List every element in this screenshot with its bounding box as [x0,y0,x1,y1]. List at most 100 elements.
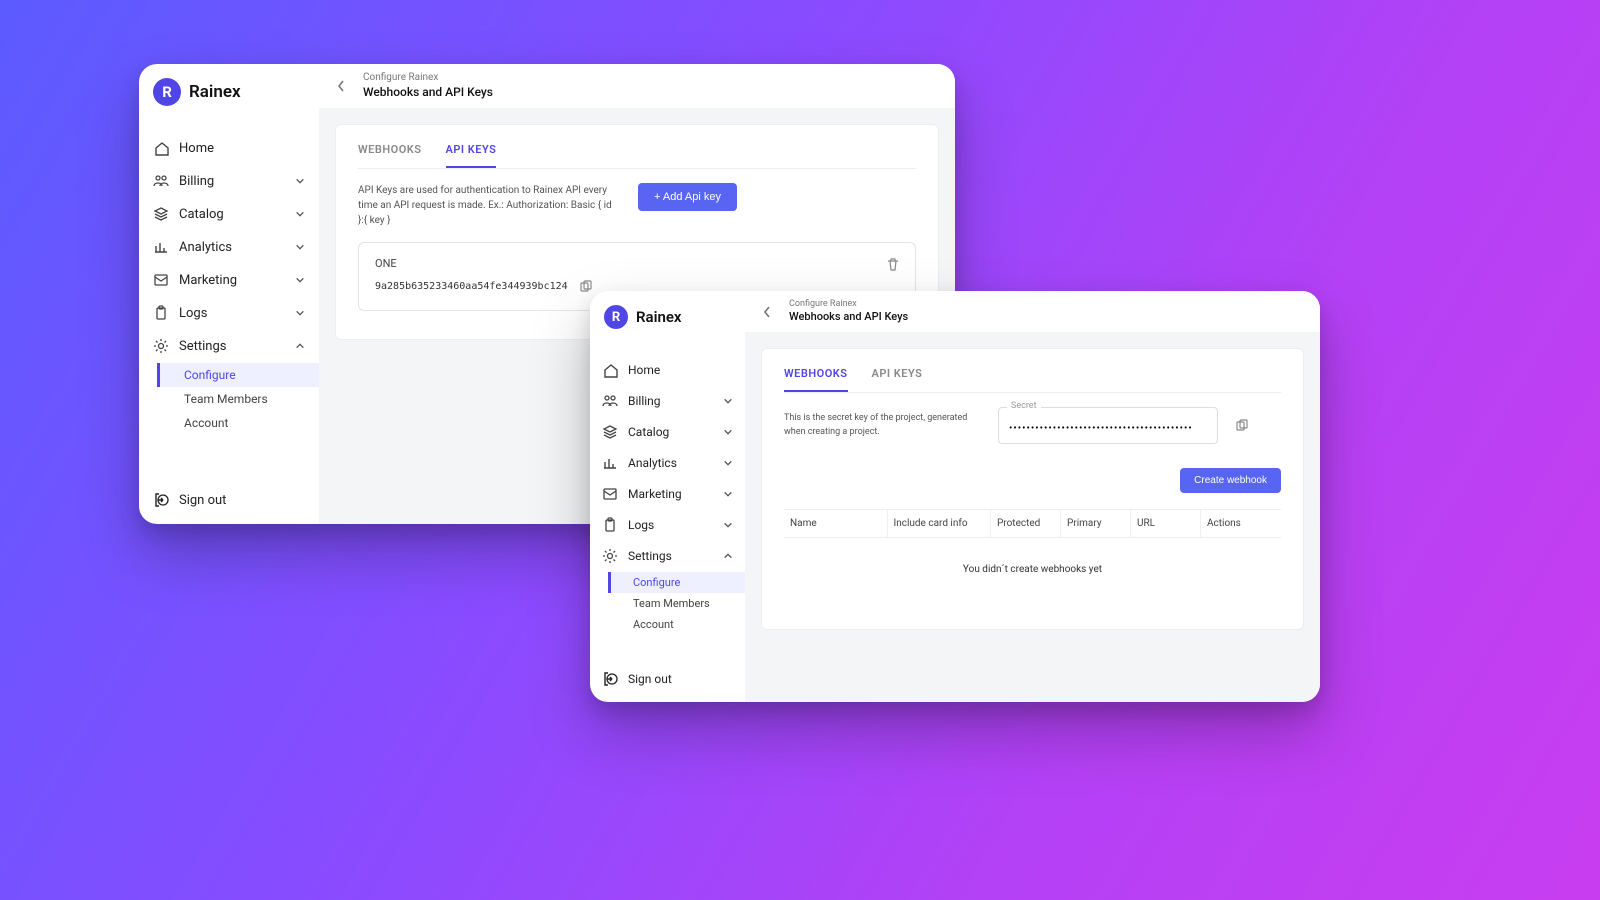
chevron-down-icon [295,176,305,186]
chevron-down-icon [295,308,305,318]
breadcrumb: Configure Rainex Webhooks and API Keys [745,291,1320,332]
signout-icon [602,671,618,687]
nav-logs[interactable]: Logs [139,297,319,329]
nav-marketing[interactable]: Marketing [590,479,745,509]
page-title: Webhooks and API Keys [789,310,908,324]
page-title: Webhooks and API Keys [363,85,493,100]
col-url: URL [1131,510,1201,537]
clipboard-icon [602,517,618,533]
col-primary: Primary [1061,510,1131,537]
sign-out-label: Sign out [628,672,672,686]
add-api-key-button[interactable]: + Add Api key [638,183,737,211]
logo-mark-icon: R [153,78,181,106]
sign-out-label: Sign out [179,493,226,508]
nav-billing-label: Billing [628,394,661,408]
back-button[interactable] [759,303,777,321]
col-actions: Actions [1201,510,1281,537]
chevron-down-icon [295,275,305,285]
nav: Home Billing Catalog Analytics Marketing [139,116,319,435]
mail-icon [153,272,169,288]
copy-icon [578,280,592,294]
secret-label: Secret [1007,401,1041,411]
create-webhook-button[interactable]: Create webhook [1180,468,1281,493]
sidebar: R Rainex Home Billing Catalog Analytics [590,291,745,702]
webhooks-help-text: This is the secret key of the project, g… [784,412,984,439]
chevron-down-icon [723,396,733,406]
mail-icon [602,486,618,502]
copy-secret-button[interactable] [1232,417,1250,435]
nav-settings-label: Settings [628,549,672,563]
nav-home[interactable]: Home [139,132,319,164]
home-icon [602,362,618,378]
nav-catalog-label: Catalog [179,207,224,222]
breadcrumb-parent: Configure Rainex [363,72,493,85]
gear-icon [153,338,169,354]
nav-catalog-label: Catalog [628,425,669,439]
nav-analytics-label: Analytics [179,240,232,255]
subnav-account[interactable]: Account [157,411,319,435]
nav-analytics[interactable]: Analytics [139,231,319,263]
back-button[interactable] [333,77,351,95]
logo-mark-icon: R [604,305,628,329]
home-icon [153,140,169,156]
col-protected: Protected [991,510,1061,537]
breadcrumb: Configure Rainex Webhooks and API Keys [319,64,955,108]
nav-catalog[interactable]: Catalog [590,417,745,447]
nav-logs-label: Logs [179,306,207,321]
subnav-team-members[interactable]: Team Members [157,387,319,411]
subnav-configure[interactable]: Configure [157,363,319,387]
tab-webhooks[interactable]: WEBHOOKS [784,367,848,392]
nav-billing[interactable]: Billing [590,386,745,416]
chevron-left-icon [762,305,774,319]
sign-out[interactable]: Sign out [590,664,745,694]
gear-icon [602,548,618,564]
chart-icon [153,239,169,255]
chevron-up-icon [723,551,733,561]
webhooks-table-header: Name Include card info Protected Primary… [784,509,1281,538]
sidebar: R Rainex Home Billing Catalog Analytics [139,64,319,524]
secret-value: ••••••••••••••••••••••••••••••••••••••••… [1009,423,1193,434]
window-webhooks: R Rainex Home Billing Catalog Analytics [590,291,1320,702]
webhooks-card: WEBHOOKS API KEYS This is the secret key… [761,348,1304,630]
chevron-down-icon [723,520,733,530]
subnav-configure[interactable]: Configure [608,572,745,593]
nav-settings[interactable]: Settings [590,541,745,571]
tab-apikeys[interactable]: API KEYS [872,367,923,392]
secret-field[interactable]: Secret •••••••••••••••••••••••••••••••••… [998,407,1218,444]
webhooks-empty-message: You didn´t create webhooks yet [784,538,1281,601]
apikeys-help-text: API Keys are used for authentication to … [358,183,618,228]
chevron-down-icon [723,427,733,437]
api-key-name: ONE [375,257,899,270]
copy-api-key-button[interactable] [576,278,594,296]
stack-icon [153,206,169,222]
chevron-down-icon [723,489,733,499]
nav-marketing[interactable]: Marketing [139,264,319,296]
api-key-value: 9a285b635233460aa54fe344939bc124 [375,281,568,292]
nav-analytics[interactable]: Analytics [590,448,745,478]
subnav-account[interactable]: Account [608,614,745,635]
nav-marketing-label: Marketing [628,487,682,501]
tab-webhooks[interactable]: WEBHOOKS [358,143,422,168]
nav-logs[interactable]: Logs [590,510,745,540]
stack-icon [602,424,618,440]
settings-subnav: Configure Team Members Account [590,572,745,635]
trash-icon [885,257,899,271]
logo: R Rainex [139,74,319,116]
col-card-info: Include card info [888,510,992,537]
tab-apikeys[interactable]: API KEYS [446,143,497,168]
subnav-team-members[interactable]: Team Members [608,593,745,614]
clipboard-icon [153,305,169,321]
main-area: Configure Rainex Webhooks and API Keys W… [745,291,1320,702]
delete-api-key-button[interactable] [883,255,901,273]
nav-billing[interactable]: Billing [139,165,319,197]
chevron-up-icon [295,341,305,351]
tabs: WEBHOOKS API KEYS [784,367,1281,393]
nav-settings[interactable]: Settings [139,330,319,362]
breadcrumb-parent: Configure Rainex [789,299,908,310]
nav-home[interactable]: Home [590,355,745,385]
sign-out[interactable]: Sign out [139,484,319,516]
users-icon [602,393,618,409]
chart-icon [602,455,618,471]
nav-catalog[interactable]: Catalog [139,198,319,230]
nav-home-label: Home [179,141,214,156]
